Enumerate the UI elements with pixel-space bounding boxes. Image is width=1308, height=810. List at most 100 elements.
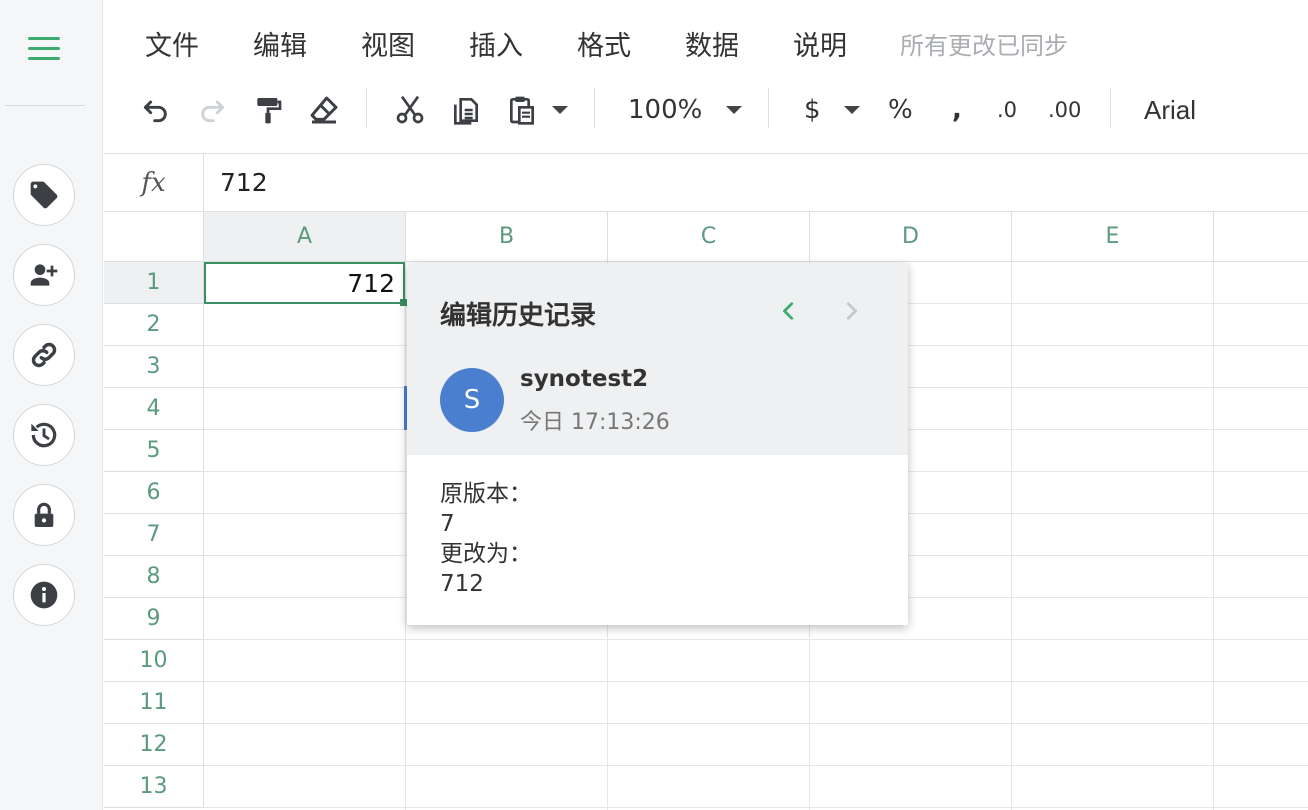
column-header-c[interactable]: C — [608, 212, 810, 262]
copy-icon — [454, 98, 478, 125]
lock-icon — [34, 502, 54, 527]
row-gridline — [204, 765, 1308, 766]
next-button[interactable] — [835, 295, 867, 327]
editor-name: synotest2 — [520, 366, 649, 392]
row-header-3[interactable]: 3 — [104, 346, 204, 388]
redo-icon — [201, 100, 225, 123]
grid-corner[interactable] — [104, 212, 204, 262]
menu-view[interactable]: 视图 — [361, 24, 415, 63]
column-header-d[interactable]: D — [810, 212, 1012, 262]
toolbar-divider — [768, 88, 769, 128]
history-icon — [31, 422, 57, 448]
menu-insert[interactable]: 插入 — [469, 24, 523, 63]
currency-format-button[interactable]: $ — [804, 92, 821, 128]
add-user-button[interactable] — [13, 244, 75, 306]
currency-dropdown[interactable] — [842, 92, 862, 128]
change-details: 原版本： 7 更改为： 712 — [440, 479, 532, 599]
column-gridline — [405, 262, 406, 810]
row-header-4[interactable]: 4 — [104, 388, 204, 430]
formula-bar: fx 712 — [104, 154, 1308, 212]
info-button[interactable] — [13, 564, 75, 626]
popup-title: 编辑历史记录 — [440, 301, 597, 331]
tag-icon — [30, 181, 58, 209]
zoom-dropdown[interactable] — [724, 92, 744, 128]
comma-format-button[interactable]: , — [952, 92, 962, 128]
row-header-7[interactable]: 7 — [104, 514, 204, 556]
fx-label: fx — [104, 154, 204, 211]
toolbar-divider — [1110, 88, 1111, 128]
row-gridline — [204, 723, 1308, 724]
decrease-decimal-button[interactable]: .0 — [997, 92, 1017, 128]
menu-edit[interactable]: 编辑 — [253, 24, 307, 63]
row-gridline — [204, 807, 1308, 808]
clear-format-button[interactable] — [306, 92, 342, 128]
link-icon — [31, 342, 57, 368]
sync-status: 所有更改已同步 — [900, 32, 1068, 60]
row-gridline — [204, 639, 1308, 640]
avatar: S — [440, 368, 504, 432]
column-gridline — [1011, 262, 1012, 810]
tag-button[interactable] — [13, 164, 75, 226]
row-header-12[interactable]: 12 — [104, 724, 204, 766]
row-header-11[interactable]: 11 — [104, 682, 204, 724]
left-sidebar — [0, 0, 103, 810]
changed-label: 更改为： — [440, 541, 532, 567]
info-icon — [30, 581, 58, 609]
chevron-down-icon — [552, 106, 568, 114]
previous-button[interactable] — [773, 295, 805, 327]
formula-input[interactable]: 712 — [220, 168, 268, 197]
menu-data[interactable]: 数据 — [685, 24, 739, 63]
column-header-b[interactable]: B — [406, 212, 608, 262]
lock-button[interactable] — [13, 484, 75, 546]
toolbar-divider — [594, 88, 595, 128]
chevron-left-icon — [783, 302, 794, 320]
row-header-1[interactable]: 1 — [104, 262, 204, 304]
popup-header: 编辑历史记录 S synotest2 今日 17:13:26 — [407, 263, 908, 455]
row-header-13[interactable]: 13 — [104, 766, 204, 808]
menu-help[interactable]: 说明 — [793, 24, 847, 63]
chevron-down-icon — [726, 106, 742, 114]
history-button[interactable] — [13, 404, 75, 466]
sidebar-divider — [5, 105, 85, 106]
original-value: 7 — [440, 511, 455, 537]
chevron-right-icon — [846, 302, 857, 320]
undo-button[interactable] — [138, 92, 174, 128]
column-header-e[interactable]: E — [1012, 212, 1214, 262]
row-header-8[interactable]: 8 — [104, 556, 204, 598]
column-gridline — [1213, 262, 1214, 810]
clear-format-icon — [310, 96, 338, 124]
edit-timestamp: 今日 17:13:26 — [520, 410, 670, 435]
paint-format-button[interactable] — [250, 92, 286, 128]
paint-format-icon — [257, 98, 282, 124]
original-label: 原版本： — [440, 481, 532, 507]
font-select[interactable]: Arial — [1144, 92, 1196, 128]
cut-button[interactable] — [392, 92, 428, 128]
paste-options-dropdown[interactable] — [550, 92, 570, 128]
toolbar-divider — [366, 88, 367, 128]
row-header-2[interactable]: 2 — [104, 304, 204, 346]
row-header-6[interactable]: 6 — [104, 472, 204, 514]
link-button[interactable] — [13, 324, 75, 386]
column-header-a[interactable]: A — [204, 212, 406, 262]
selected-cell-a1[interactable]: 712 — [204, 262, 405, 304]
copy-button[interactable] — [448, 92, 484, 128]
row-header-9[interactable]: 9 — [104, 598, 204, 640]
chevron-down-icon — [844, 106, 860, 114]
paste-button[interactable] — [504, 92, 540, 128]
menu-format[interactable]: 格式 — [577, 24, 631, 63]
changed-value: 712 — [440, 571, 484, 597]
redo-button[interactable] — [194, 92, 230, 128]
fill-handle[interactable] — [400, 299, 407, 306]
zoom-select[interactable]: 100% — [628, 92, 702, 128]
hamburger-menu-icon[interactable] — [28, 37, 60, 61]
increase-decimal-button[interactable]: .00 — [1048, 92, 1081, 128]
row-header-5[interactable]: 5 — [104, 430, 204, 472]
menu-bar: 文件 编辑 视图 插入 格式 数据 说明 所有更改已同步 — [104, 0, 1308, 84]
menu-file[interactable]: 文件 — [145, 24, 199, 63]
column-header-partial[interactable] — [1214, 212, 1308, 262]
undo-icon — [143, 100, 167, 123]
edit-history-popup: 编辑历史记录 S synotest2 今日 17:13:26 原版本： 7 更改… — [407, 263, 908, 625]
percent-format-button[interactable]: % — [888, 92, 913, 128]
row-header-10[interactable]: 10 — [104, 640, 204, 682]
row-gridline — [204, 681, 1308, 682]
